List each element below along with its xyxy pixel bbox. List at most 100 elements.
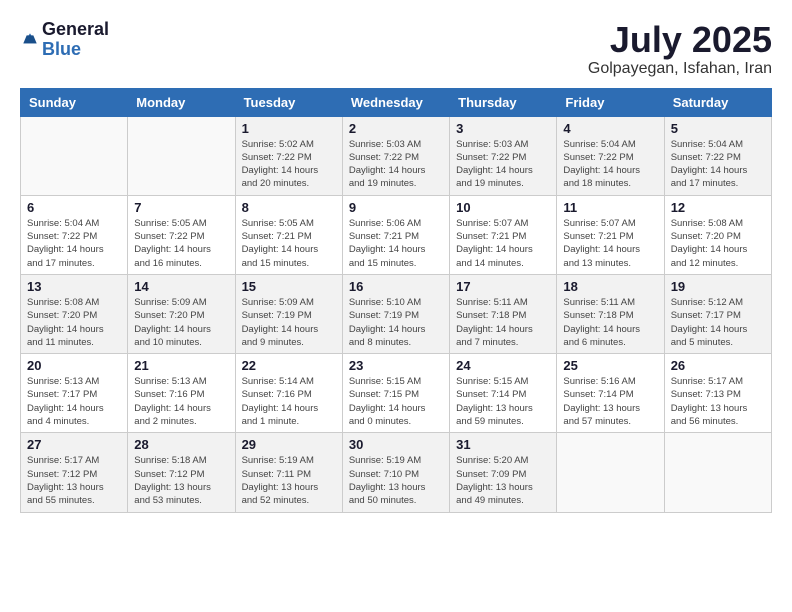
day-number: 17 xyxy=(456,279,550,294)
calendar-cell: 25 Sunrise: 5:16 AMSunset: 7:14 PMDayligh… xyxy=(557,354,664,433)
day-info: Sunrise: 5:08 AMSunset: 7:20 PMDaylight:… xyxy=(27,296,121,349)
day-info: Sunrise: 5:12 AMSunset: 7:17 PMDaylight:… xyxy=(671,296,765,349)
day-info: Sunrise: 5:11 AMSunset: 7:18 PMDaylight:… xyxy=(456,296,550,349)
day-number: 29 xyxy=(242,437,336,452)
weekday-header: Friday xyxy=(557,88,664,116)
calendar-week-row: 27Sunrise: 5:17 AMSunset: 7:12 PMDayligh… xyxy=(21,433,772,512)
day-number: 24 xyxy=(456,358,550,373)
calendar-cell: 10Sunrise: 5:07 AMSunset: 7:21 PMDayligh… xyxy=(450,195,557,274)
day-number: 20 xyxy=(27,358,121,373)
day-number: 30 xyxy=(349,437,443,452)
day-info: Sunrise: 5:15 AMSunset: 7:15 PMDaylight:… xyxy=(349,375,443,428)
day-info: Sunrise: 5:13 AMSunset: 7:17 PMDaylight:… xyxy=(27,375,121,428)
day-info: Sunrise: 5:04 AMSunset: 7:22 PMDaylight:… xyxy=(671,138,765,191)
day-number: 11 xyxy=(563,200,657,215)
day-number: 15 xyxy=(242,279,336,294)
page-header: General Blue July 2025 Golpayegan, Isfah… xyxy=(20,20,772,78)
logo-blue: Blue xyxy=(42,40,109,60)
calendar-cell xyxy=(21,116,128,195)
calendar-cell: 1 Sunrise: 5:02 AMSunset: 7:22 PMDaylight… xyxy=(235,116,342,195)
calendar-week-row: 13 Sunrise: 5:08 AMSunset: 7:20 PMDayligh… xyxy=(21,274,772,353)
day-info: Sunrise: 5:09 AMSunset: 7:19 PMDaylight:… xyxy=(242,296,336,349)
day-number: 4 xyxy=(563,121,657,136)
calendar-cell: 16 Sunrise: 5:10 AMSunset: 7:19 PMDayligh… xyxy=(342,274,449,353)
day-info: Sunrise: 5:10 AMSunset: 7:19 PMDaylight:… xyxy=(349,296,443,349)
calendar-cell: 4 Sunrise: 5:04 AMSunset: 7:22 PMDaylight… xyxy=(557,116,664,195)
day-number: 1 xyxy=(242,121,336,136)
day-number: 8 xyxy=(242,200,336,215)
weekday-header: Tuesday xyxy=(235,88,342,116)
day-number: 14 xyxy=(134,279,228,294)
calendar-cell: 28Sunrise: 5:18 AMSunset: 7:12 PMDayligh… xyxy=(128,433,235,512)
weekday-header: Thursday xyxy=(450,88,557,116)
calendar-cell xyxy=(557,433,664,512)
day-number: 23 xyxy=(349,358,443,373)
calendar-cell: 15 Sunrise: 5:09 AMSunset: 7:19 PMDayligh… xyxy=(235,274,342,353)
calendar-cell: 18 Sunrise: 5:11 AMSunset: 7:18 PMDayligh… xyxy=(557,274,664,353)
weekday-header: Monday xyxy=(128,88,235,116)
calendar-cell: 29 Sunrise: 5:19 AMSunset: 7:11 PMDayligh… xyxy=(235,433,342,512)
day-info: Sunrise: 5:17 AMSunset: 7:13 PMDaylight:… xyxy=(671,375,765,428)
day-info: Sunrise: 5:09 AMSunset: 7:20 PMDaylight:… xyxy=(134,296,228,349)
day-info: Sunrise: 5:02 AMSunset: 7:22 PMDaylight:… xyxy=(242,138,336,191)
calendar-cell: 20 Sunrise: 5:13 AMSunset: 7:17 PMDayligh… xyxy=(21,354,128,433)
day-number: 5 xyxy=(671,121,765,136)
calendar-cell: 19Sunrise: 5:12 AMSunset: 7:17 PMDayligh… xyxy=(664,274,771,353)
weekday-header: Wednesday xyxy=(342,88,449,116)
calendar-cell: 9 Sunrise: 5:06 AMSunset: 7:21 PMDaylight… xyxy=(342,195,449,274)
calendar-header-row: SundayMondayTuesdayWednesdayThursdayFrid… xyxy=(21,88,772,116)
calendar-cell: 22Sunrise: 5:14 AMSunset: 7:16 PMDayligh… xyxy=(235,354,342,433)
calendar-cell: 23 Sunrise: 5:15 AMSunset: 7:15 PMDayligh… xyxy=(342,354,449,433)
day-number: 6 xyxy=(27,200,121,215)
day-number: 13 xyxy=(27,279,121,294)
day-number: 10 xyxy=(456,200,550,215)
calendar-cell: 21 Sunrise: 5:13 AMSunset: 7:16 PMDayligh… xyxy=(128,354,235,433)
logo-icon xyxy=(20,30,40,50)
day-number: 9 xyxy=(349,200,443,215)
calendar-cell: 3Sunrise: 5:03 AMSunset: 7:22 PMDaylight… xyxy=(450,116,557,195)
day-info: Sunrise: 5:18 AMSunset: 7:12 PMDaylight:… xyxy=(134,454,228,507)
day-info: Sunrise: 5:05 AMSunset: 7:22 PMDaylight:… xyxy=(134,217,228,270)
calendar-cell: 2Sunrise: 5:03 AMSunset: 7:22 PMDaylight… xyxy=(342,116,449,195)
day-info: Sunrise: 5:03 AMSunset: 7:22 PMDaylight:… xyxy=(456,138,550,191)
calendar-table: SundayMondayTuesdayWednesdayThursdayFrid… xyxy=(20,88,772,513)
calendar-cell: 30Sunrise: 5:19 AMSunset: 7:10 PMDayligh… xyxy=(342,433,449,512)
calendar-cell: 17 Sunrise: 5:11 AMSunset: 7:18 PMDayligh… xyxy=(450,274,557,353)
calendar-cell: 31 Sunrise: 5:20 AMSunset: 7:09 PMDayligh… xyxy=(450,433,557,512)
day-number: 22 xyxy=(242,358,336,373)
calendar-cell: 13 Sunrise: 5:08 AMSunset: 7:20 PMDayligh… xyxy=(21,274,128,353)
weekday-header: Sunday xyxy=(21,88,128,116)
day-number: 21 xyxy=(134,358,228,373)
day-info: Sunrise: 5:19 AMSunset: 7:11 PMDaylight:… xyxy=(242,454,336,507)
calendar-cell: 5 Sunrise: 5:04 AMSunset: 7:22 PMDaylight… xyxy=(664,116,771,195)
day-number: 25 xyxy=(563,358,657,373)
day-info: Sunrise: 5:04 AMSunset: 7:22 PMDaylight:… xyxy=(563,138,657,191)
day-number: 31 xyxy=(456,437,550,452)
day-number: 18 xyxy=(563,279,657,294)
calendar-cell: 14 Sunrise: 5:09 AMSunset: 7:20 PMDayligh… xyxy=(128,274,235,353)
calendar-cell: 7Sunrise: 5:05 AMSunset: 7:22 PMDaylight… xyxy=(128,195,235,274)
logo-general: General xyxy=(42,20,109,40)
calendar-week-row: 20 Sunrise: 5:13 AMSunset: 7:17 PMDayligh… xyxy=(21,354,772,433)
calendar-cell: 24Sunrise: 5:15 AMSunset: 7:14 PMDayligh… xyxy=(450,354,557,433)
day-number: 12 xyxy=(671,200,765,215)
day-info: Sunrise: 5:07 AMSunset: 7:21 PMDaylight:… xyxy=(563,217,657,270)
day-info: Sunrise: 5:08 AMSunset: 7:20 PMDaylight:… xyxy=(671,217,765,270)
day-info: Sunrise: 5:20 AMSunset: 7:09 PMDaylight:… xyxy=(456,454,550,507)
day-info: Sunrise: 5:06 AMSunset: 7:21 PMDaylight:… xyxy=(349,217,443,270)
calendar-week-row: 6Sunrise: 5:04 AMSunset: 7:22 PMDaylight… xyxy=(21,195,772,274)
logo-text: General Blue xyxy=(42,20,109,60)
month-title: July 2025 xyxy=(588,20,772,60)
calendar-cell: 8Sunrise: 5:05 AMSunset: 7:21 PMDaylight… xyxy=(235,195,342,274)
day-info: Sunrise: 5:13 AMSunset: 7:16 PMDaylight:… xyxy=(134,375,228,428)
location: Golpayegan, Isfahan, Iran xyxy=(588,60,772,78)
day-number: 26 xyxy=(671,358,765,373)
day-info: Sunrise: 5:16 AMSunset: 7:14 PMDaylight:… xyxy=(563,375,657,428)
day-number: 2 xyxy=(349,121,443,136)
weekday-header: Saturday xyxy=(664,88,771,116)
calendar-cell xyxy=(128,116,235,195)
calendar-cell: 26 Sunrise: 5:17 AMSunset: 7:13 PMDayligh… xyxy=(664,354,771,433)
calendar-cell: 11 Sunrise: 5:07 AMSunset: 7:21 PMDayligh… xyxy=(557,195,664,274)
day-info: Sunrise: 5:11 AMSunset: 7:18 PMDaylight:… xyxy=(563,296,657,349)
day-number: 16 xyxy=(349,279,443,294)
